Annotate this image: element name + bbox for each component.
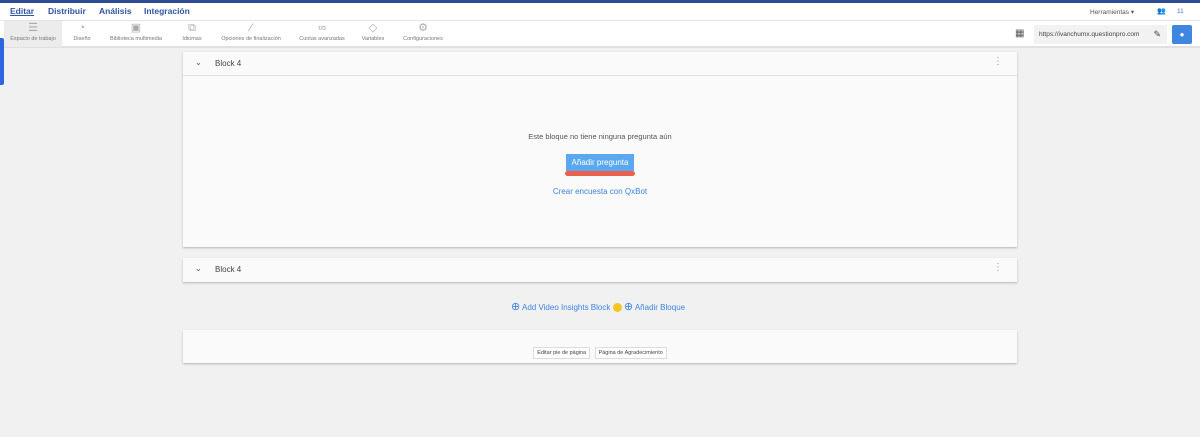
tab-editar[interactable]: Editar [10, 6, 34, 16]
tool-label: Configuraciones [403, 36, 443, 42]
caret-down-icon: ▾ [1130, 9, 1135, 16]
add-video-insights-button[interactable]: ⊕ Add Video Insights Block [511, 301, 611, 313]
plus-circle-icon: ⊕ [511, 301, 521, 313]
tool-label: Opciones de finalización [221, 36, 281, 42]
workspace-icon: ☰ [28, 22, 38, 34]
tool-label: Diseño [73, 36, 91, 42]
qxbot-link[interactable]: Crear encuesta con QxBot [553, 187, 647, 196]
block-header: ⌄ Block 4 ⋮ [183, 258, 1017, 282]
tab-integracion[interactable]: Integración [144, 6, 190, 16]
toolbar-workspace[interactable]: ☰ Espacio de trabajo [4, 21, 62, 47]
highlight-underline [565, 171, 635, 176]
tag-icon: ◇ [368, 22, 378, 34]
edit-footer-button[interactable]: Editar pie de página [533, 347, 591, 359]
toolbar-settings[interactable]: ⚙ Configuraciones [400, 21, 446, 47]
expand-icon[interactable]: ⌄ [195, 264, 202, 273]
tool-label: Espacio de trabajo [10, 36, 56, 42]
gear-icon: ⚙ [418, 22, 428, 34]
toolbar-quotas[interactable]: ∞ Cuotas avanzadas [296, 21, 348, 47]
add-video-label: Add Video Insights Block [522, 303, 611, 312]
toolbar-variables[interactable]: ◇ Variables [358, 21, 388, 47]
survey-url: https://ivanchumx.questionpro.com [1039, 31, 1140, 38]
image-icon: ▣ [130, 22, 142, 34]
premium-badge-icon [612, 303, 622, 313]
collapse-icon[interactable]: ⌄ [195, 58, 202, 67]
preview-button[interactable]: ● [1172, 25, 1192, 44]
more-options-icon[interactable]: ⋮ [993, 56, 1003, 67]
thanks-page-button[interactable]: Página de Agradecimiento [594, 347, 667, 359]
block-title: Block 4 [215, 265, 242, 274]
survey-url-field[interactable]: https://ivanchumx.questionpro.com ✎ [1034, 25, 1167, 44]
side-tab-handle[interactable] [0, 38, 4, 85]
footer-card: Editar pie de página Página de Agradecim… [183, 330, 1017, 363]
add-block-label: Añadir Bloque [634, 303, 686, 312]
add-question-button[interactable]: Añadir pregunta [565, 154, 635, 171]
tool-label: Biblioteca multimedia [110, 36, 162, 42]
wand-icon: ⁄ [250, 22, 252, 34]
pencil-icon[interactable]: ✎ [1153, 29, 1161, 40]
tools-label: Herramientas [1090, 9, 1130, 16]
tool-label: Cuotas avanzadas [299, 36, 345, 42]
qr-code-icon[interactable]: ▦ [1015, 28, 1024, 39]
add-block-button[interactable]: ⊕ Añadir Bloque [623, 301, 686, 313]
more-options-icon[interactable]: ⋮ [993, 262, 1003, 273]
tool-label: Variables [361, 36, 385, 42]
toolbar-media[interactable]: ▣ Biblioteca multimedia [104, 21, 168, 47]
tab-distribuir[interactable]: Distribuir [48, 6, 86, 16]
language-icon: ⧉ [188, 22, 196, 34]
toolbar: ☰ Espacio de trabajo ◔ Diseño ▣ Biblioteca … [0, 21, 1200, 48]
tools-dropdown[interactable]: Herramientas ▾ [1090, 8, 1134, 16]
toolbar-end-options[interactable]: ⁄ Opciones de finalización [216, 21, 286, 47]
block-card: ⌄ Block 4 ⋮ Este bloque no tiene ninguna… [183, 52, 1017, 247]
block-header: ⌄ Block 4 ⋮ [183, 52, 1017, 76]
toolbar-design[interactable]: ◔ Diseño [66, 21, 98, 47]
user-count: 11 [1177, 8, 1184, 15]
users-icon[interactable]: 👥 [1157, 7, 1166, 15]
eye-icon: ● [1179, 30, 1185, 39]
plus-circle-icon: ⊕ [623, 301, 634, 313]
toolbar-languages[interactable]: ⧉ Idiomas [176, 21, 208, 47]
tool-label: Idiomas [182, 36, 202, 42]
empty-block-text: Este bloque no tiene ninguna pregunta aú… [528, 132, 672, 141]
add-blocks-row: ⊕ Add Video Insights Block ⊕ Añadir Bloq… [511, 300, 685, 313]
tab-analisis[interactable]: Análisis [99, 6, 132, 16]
main-nav: Editar Distribuir Análisis Integración H… [0, 3, 1200, 21]
block-card-collapsed: ⌄ Block 4 ⋮ [183, 258, 1017, 282]
link-icon: ∞ [318, 22, 326, 34]
block-title: Block 4 [215, 59, 242, 68]
palette-icon: ◔ [78, 22, 86, 34]
